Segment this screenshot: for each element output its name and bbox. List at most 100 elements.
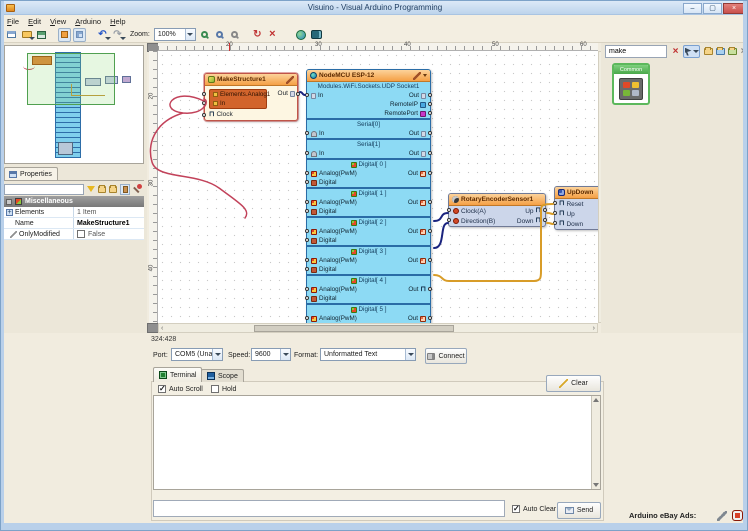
auto-scroll-option[interactable]: Auto Scroll	[158, 385, 203, 393]
wrench-icon[interactable]	[286, 76, 294, 84]
pin-connector[interactable]	[428, 131, 432, 135]
close-button[interactable]: ×	[723, 3, 745, 14]
maximize-button[interactable]: ▢	[703, 3, 722, 14]
pin-remoteip[interactable]: RemoteIP	[390, 101, 426, 108]
pin-connector[interactable]	[305, 296, 309, 300]
pin-connector[interactable]	[428, 102, 432, 106]
component-search-input[interactable]	[605, 45, 667, 58]
zoom-in-button[interactable]	[198, 28, 211, 42]
port-select[interactable]: COM5 (Unava	[171, 348, 223, 361]
pin-connector[interactable]	[305, 131, 309, 135]
pin-down[interactable]: Down ⊓	[517, 218, 541, 225]
pin-connector[interactable]	[305, 267, 309, 271]
pin-connector[interactable]	[305, 258, 309, 262]
zoom-select[interactable]: 100%	[154, 28, 196, 41]
pin-analog-pwm-[interactable]: Analog(PwM)	[311, 199, 357, 206]
hold-option[interactable]: Hold	[211, 385, 236, 393]
menu-arduino[interactable]: Arduino	[75, 17, 101, 26]
expand-all-icon[interactable]	[98, 186, 106, 193]
pin-out[interactable]: Out	[409, 130, 426, 137]
pin-connector[interactable]	[305, 200, 309, 204]
auto-clear-option[interactable]: Auto Clear	[512, 505, 556, 513]
pin-clock-a[interactable]: Clock(A)	[453, 208, 486, 215]
terminal-scrollbar[interactable]	[591, 396, 600, 489]
pin-connector[interactable]	[428, 229, 432, 233]
scroll-right-icon[interactable]: ›	[593, 325, 595, 332]
scroll-up-icon[interactable]	[593, 398, 599, 402]
pin-out[interactable]: Out	[408, 228, 426, 235]
pin-in[interactable]: In	[311, 92, 323, 99]
send-button[interactable]: Send	[557, 502, 601, 519]
scroll-left-icon[interactable]: ‹	[161, 325, 163, 332]
pin-connector[interactable]	[305, 287, 309, 291]
rotary-encoder-block[interactable]: RotaryEncoderSensor1 Clock(A) Up ⊓	[448, 193, 546, 227]
tab-scope[interactable]: Scope	[201, 369, 244, 382]
pin-analog-pwm-[interactable]: Analog(PwM)	[311, 286, 357, 293]
pin-out[interactable]: Out	[408, 170, 426, 177]
scroll-down-icon[interactable]	[593, 483, 599, 487]
design-canvas[interactable]: MakeStructure1 Elements.Analog1 In	[158, 51, 598, 323]
menu-view[interactable]: View	[50, 17, 66, 26]
send-message-input[interactable]	[153, 500, 505, 517]
pin-digital[interactable]: Digital	[311, 295, 337, 302]
pin-down[interactable]: ⊓ Down	[559, 221, 583, 228]
redo-button[interactable]: ↷	[111, 28, 124, 42]
connect-button[interactable]: Connect	[425, 348, 467, 364]
elements-group[interactable]: Elements.Analog1 In	[209, 89, 267, 109]
pin-connector[interactable]	[447, 208, 451, 212]
pin-connector[interactable]	[202, 113, 206, 117]
tab-properties[interactable]: Properties	[4, 167, 58, 180]
zoom-out-button[interactable]	[213, 28, 226, 42]
pin-connector[interactable]	[428, 93, 432, 97]
pin-out[interactable]: Out⊓	[408, 286, 426, 293]
property-row[interactable]: OnlyModified False	[4, 229, 144, 240]
toggle-grid-button[interactable]	[73, 28, 86, 42]
pin-connector[interactable]	[553, 221, 557, 225]
pin-reset[interactable]: ⊓ Reset	[559, 201, 583, 208]
terminal-output[interactable]	[153, 395, 601, 490]
pin-connector[interactable]	[202, 101, 206, 105]
pin-connector[interactable]	[428, 171, 432, 175]
properties-filter-input[interactable]	[4, 184, 84, 195]
pin-connector[interactable]	[305, 229, 309, 233]
pin-connector[interactable]	[428, 258, 432, 262]
auto-clear-checkbox[interactable]	[512, 505, 520, 513]
auto-scroll-checkbox[interactable]	[158, 385, 166, 393]
pin-up[interactable]: ⊓ Up	[559, 211, 575, 218]
canvas-horizontal-scrollbar[interactable]: ‹ ›	[158, 323, 598, 333]
pin-icon[interactable]	[133, 184, 142, 194]
pin-connector[interactable]	[553, 201, 557, 205]
undo-button[interactable]: ↶	[96, 28, 109, 42]
pin-remoteport[interactable]: RemotePort	[384, 110, 426, 117]
pin-out[interactable]: Out	[409, 92, 426, 99]
block-header[interactable]: MakeStructure1	[205, 74, 297, 86]
property-row[interactable]: Name MakeStructure1	[4, 218, 144, 229]
pin-connector[interactable]	[305, 238, 309, 242]
arrange-mode-button[interactable]	[683, 45, 700, 58]
pin-out[interactable]: Out	[408, 315, 426, 322]
pin-connector[interactable]	[305, 93, 309, 97]
pin-in[interactable]: In	[311, 130, 324, 137]
web-button[interactable]	[295, 28, 308, 42]
format-select[interactable]: Unformatted Text	[320, 348, 416, 361]
property-value[interactable]: MakeStructure1	[74, 220, 144, 227]
pin-connector[interactable]	[305, 180, 309, 184]
pin-out[interactable]: Out	[408, 257, 426, 264]
clear-button[interactable]: Clear	[546, 375, 601, 392]
pin-connector[interactable]	[428, 316, 432, 320]
pin-connector[interactable]	[305, 209, 309, 213]
pin-connector[interactable]	[428, 287, 432, 291]
pin-connector[interactable]	[296, 92, 300, 96]
pin-connector[interactable]	[305, 171, 309, 175]
pin-connector[interactable]	[305, 316, 309, 320]
block-header[interactable]: RotaryEncoderSensor1	[449, 194, 545, 206]
upload-button[interactable]	[310, 28, 323, 42]
pin-connector[interactable]	[553, 211, 557, 215]
pin-clock[interactable]: ⊓ Clock	[209, 111, 233, 118]
minimize-button[interactable]: –	[683, 3, 702, 14]
properties-group-header[interactable]: Miscellaneous	[4, 196, 144, 207]
updown-counter-block[interactable]: UpDown ⊓ Reset ⊓ Up	[554, 186, 598, 230]
pin-digital[interactable]: Digital	[311, 266, 337, 273]
pin-connector[interactable]	[305, 151, 309, 155]
pin-analog-pwm-[interactable]: Analog(PwM)	[311, 228, 357, 235]
